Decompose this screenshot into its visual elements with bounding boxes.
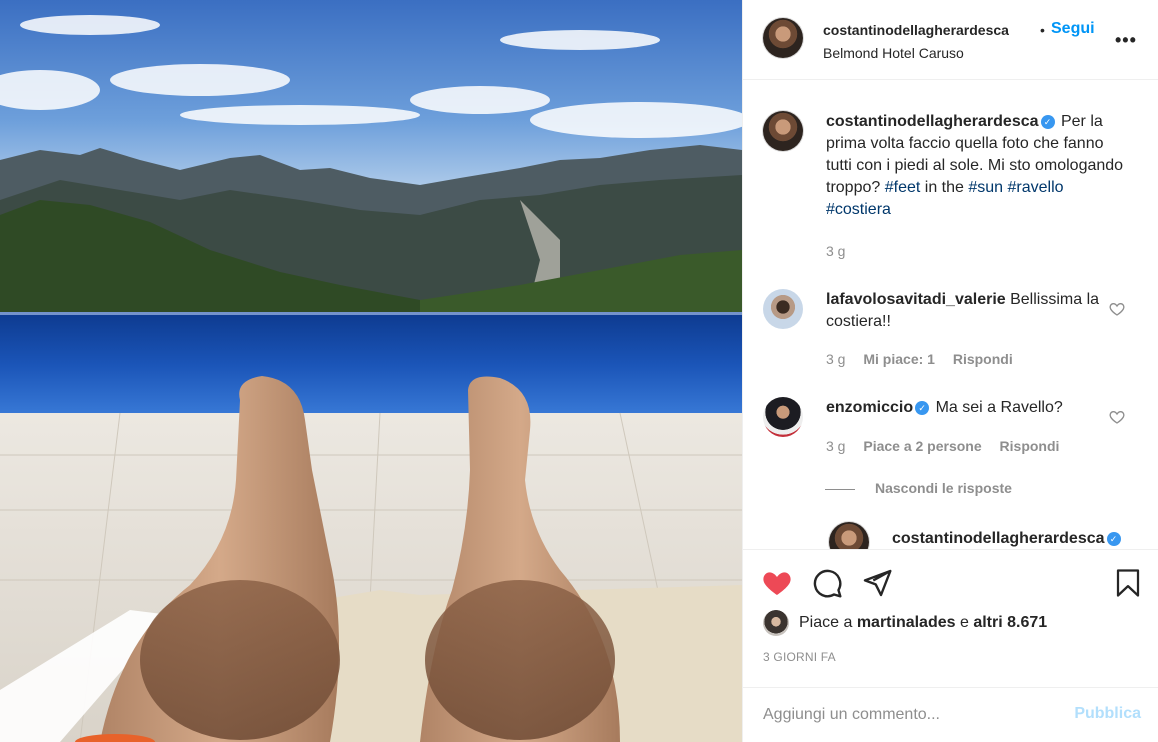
like-heart-icon[interactable] — [761, 567, 793, 599]
verified-badge-icon: ✓ — [1106, 532, 1121, 546]
likes-others-link[interactable]: altri 8.671 — [973, 614, 1047, 632]
separator-dot: • — [1040, 22, 1045, 38]
replies-divider — [825, 489, 855, 490]
likes-and: e — [955, 614, 974, 631]
publish-button[interactable]: Pubblica — [1074, 705, 1141, 723]
reply-text: costantinodellagherardesca ✓ — [892, 528, 1158, 549]
hashtag-sun[interactable]: #sun — [968, 179, 1003, 196]
likes-summary: Piace a martinalades e altri 8.671 — [763, 610, 1047, 636]
reply-button[interactable]: Rispondi — [953, 351, 1013, 367]
post-side-panel: costantinodellagherardesca • Segui Belmo… — [742, 0, 1158, 742]
comment-time[interactable]: 3 g — [826, 438, 845, 454]
likes-prefix: Piace a — [799, 614, 857, 631]
reply-username[interactable]: costantinodellagherardesca — [892, 530, 1105, 547]
comment-meta: 3 g Mi piace: 1 Rispondi — [826, 351, 1027, 367]
photo-scene — [0, 0, 742, 742]
caption-time[interactable]: 3 g — [826, 243, 845, 259]
reply-button[interactable]: Rispondi — [1000, 438, 1060, 454]
post-actions: Piace a martinalades e altri 8.671 3 GIO… — [743, 549, 1158, 742]
left-knee — [140, 580, 340, 740]
comments-list[interactable]: costantinodellagherardesca ✓ Per la prima… — [743, 81, 1158, 549]
caption-text: costantinodellagherardesca ✓ Per la prima… — [826, 111, 1126, 221]
liker-avatar[interactable] — [763, 610, 789, 636]
commenter-avatar[interactable] — [763, 289, 803, 329]
comment-like-heart-icon[interactable] — [1109, 301, 1125, 317]
share-icon[interactable] — [861, 567, 893, 599]
save-bookmark-icon[interactable] — [1113, 567, 1143, 599]
comment-username[interactable]: lafavolosavitadi_valerie — [826, 291, 1006, 308]
pool-edge — [0, 312, 742, 315]
comment-username[interactable]: enzomiccio — [826, 399, 913, 416]
post-date[interactable]: 3 GIORNI FA — [763, 650, 836, 664]
reply-avatar[interactable] — [829, 522, 869, 549]
comment-icon[interactable] — [811, 567, 843, 599]
author-username[interactable]: costantinodellagherardesca — [823, 22, 1035, 38]
caption-in-the: in the — [920, 179, 969, 196]
comment-time[interactable]: 3 g — [826, 351, 845, 367]
commenter-avatar[interactable] — [763, 397, 803, 437]
post-header: costantinodellagherardesca • Segui Belmo… — [743, 0, 1158, 80]
comment-likes[interactable]: Piace a 2 persone — [863, 438, 981, 454]
caption-meta: 3 g — [826, 243, 859, 259]
comment-meta: 3 g Piace a 2 persone Rispondi — [826, 438, 1073, 454]
comment-text: enzomiccio ✓ Ma sei a Ravello? — [826, 397, 1126, 419]
verified-badge-icon: ✓ — [915, 401, 930, 415]
comment-likes[interactable]: Mi piace: 1 — [863, 351, 935, 367]
comment-text: lafavolosavitadi_valerie Bellissima la c… — [826, 289, 1126, 333]
caption-avatar[interactable] — [763, 111, 803, 151]
more-options-icon[interactable]: ••• — [1115, 30, 1137, 51]
verified-badge-icon: ✓ — [1040, 115, 1055, 129]
infinity-pool — [0, 312, 742, 418]
comment-body: Ma sei a Ravello? — [935, 399, 1063, 416]
follow-button[interactable]: Segui — [1051, 20, 1095, 38]
post-photo[interactable] — [0, 0, 742, 742]
hide-replies-button[interactable]: Nascondi le risposte — [875, 480, 1012, 496]
comment-like-heart-icon[interactable] — [1109, 409, 1125, 425]
caption-username[interactable]: costantinodellagherardesca — [826, 113, 1039, 130]
hashtag-ravello[interactable]: #ravello — [1008, 179, 1064, 196]
hashtag-costiera[interactable]: #costiera — [826, 201, 891, 218]
right-knee — [425, 580, 615, 740]
hashtag-feet[interactable]: #feet — [885, 179, 921, 196]
author-avatar[interactable] — [763, 18, 803, 58]
add-comment-bar: Pubblica — [743, 687, 1158, 742]
liker-username[interactable]: martinalades — [857, 614, 956, 632]
location-link[interactable]: Belmond Hotel Caruso — [823, 45, 964, 61]
comment-input[interactable] — [763, 702, 1053, 728]
